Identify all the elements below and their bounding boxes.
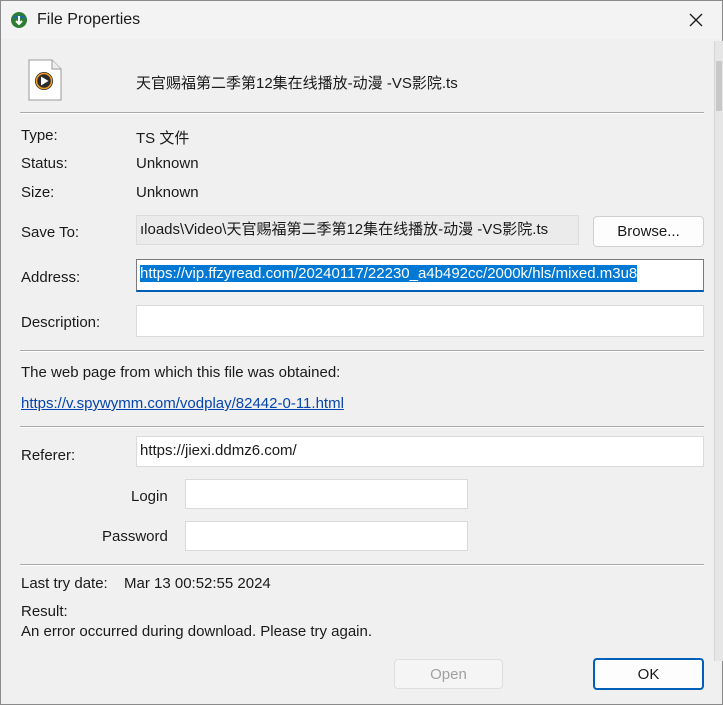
description-label: Description: bbox=[21, 314, 101, 331]
open-button[interactable]: Open bbox=[394, 659, 503, 689]
status-label: Status: bbox=[21, 155, 68, 172]
referer-value: https://jiexi.ddmz6.com/ bbox=[140, 442, 297, 459]
separator bbox=[20, 350, 704, 352]
size-label: Size: bbox=[21, 184, 55, 201]
webpage-link[interactable]: https://v.spywymm.com/vodplay/82442-0-11… bbox=[21, 395, 344, 412]
address-label: Address: bbox=[21, 269, 81, 286]
address-input[interactable]: https://vip.ffzyread.com/20240117/22230_… bbox=[136, 259, 704, 292]
referer-label: Referer: bbox=[21, 447, 76, 464]
browse-button-label: Browse... bbox=[617, 223, 680, 240]
idm-logo-icon bbox=[11, 12, 27, 28]
description-input[interactable] bbox=[136, 305, 704, 337]
video-file-icon bbox=[28, 59, 62, 101]
login-input[interactable] bbox=[185, 479, 468, 509]
separator bbox=[20, 112, 704, 114]
title-bar[interactable]: File Properties bbox=[1, 1, 722, 39]
ok-button[interactable]: OK bbox=[593, 658, 704, 690]
separator bbox=[20, 426, 704, 428]
close-button[interactable] bbox=[673, 1, 719, 39]
referer-input[interactable]: https://jiexi.ddmz6.com/ bbox=[136, 436, 704, 467]
window-title: File Properties bbox=[37, 11, 141, 28]
size-value: Unknown bbox=[136, 184, 199, 201]
file-properties-dialog: File Properties 天官赐福第二季第12集在线播放-动漫 -VS影院… bbox=[0, 0, 723, 705]
separator bbox=[20, 564, 704, 566]
result-message: An error occurred during download. Pleas… bbox=[21, 623, 373, 640]
result-label: Result: bbox=[21, 603, 68, 620]
save-to-label: Save To: bbox=[21, 224, 80, 241]
address-value: https://vip.ffzyread.com/20240117/22230_… bbox=[140, 265, 638, 282]
browse-button[interactable]: Browse... bbox=[593, 216, 704, 247]
type-value: TS 文件 bbox=[136, 130, 190, 147]
close-icon bbox=[689, 13, 703, 27]
password-label: Password bbox=[102, 528, 168, 545]
open-button-label: Open bbox=[430, 665, 467, 683]
ok-button-label: OK bbox=[637, 665, 660, 683]
save-to-field[interactable]: ıloads\Video\天官赐福第二季第12集在线播放-动漫 -VS影院.ts bbox=[136, 215, 579, 245]
file-name: 天官赐福第二季第12集在线播放-动漫 -VS影院.ts bbox=[136, 75, 458, 92]
type-label: Type: bbox=[21, 127, 58, 144]
login-label: Login bbox=[131, 488, 168, 505]
last-try-value: Mar 13 00:52:55 2024 bbox=[124, 575, 271, 592]
background-scrollbar bbox=[714, 41, 723, 661]
password-input[interactable] bbox=[185, 521, 468, 551]
save-to-value: ıloads\Video\天官赐福第二季第12集在线播放-动漫 -VS影院.ts bbox=[140, 221, 549, 238]
webpage-label: The web page from which this file was ob… bbox=[21, 364, 341, 381]
status-value: Unknown bbox=[136, 155, 199, 172]
last-try-label: Last try date: bbox=[21, 575, 108, 592]
